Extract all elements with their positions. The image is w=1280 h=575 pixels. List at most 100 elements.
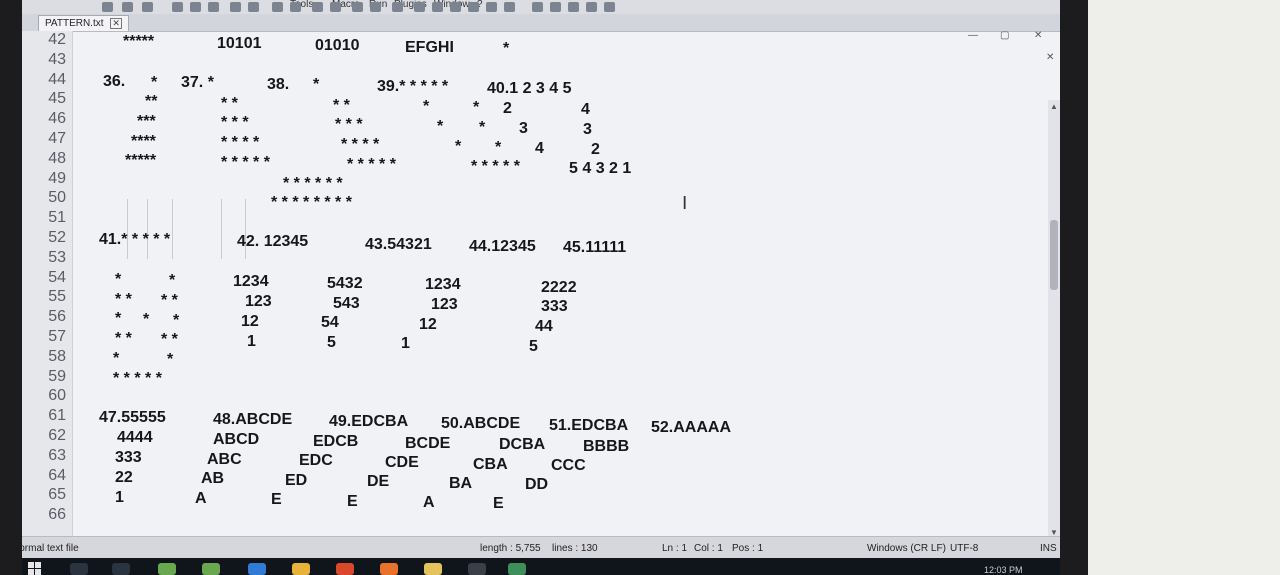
zoom-in-icon[interactable]: [312, 2, 323, 12]
code-text: 123: [431, 296, 458, 314]
encoding: UTF-8: [950, 543, 979, 554]
undo-icon[interactable]: [230, 2, 241, 12]
file-type: Normal text file: [22, 543, 79, 554]
record-macro-icon[interactable]: [532, 2, 543, 12]
notepad-plus-plus-icon[interactable]: [158, 563, 176, 575]
chrome-icon[interactable]: [292, 563, 310, 575]
code-text: CCC: [551, 456, 586, 474]
code-text: * *: [221, 94, 238, 112]
firefox-icon[interactable]: [380, 563, 398, 575]
play-macro-icon[interactable]: [568, 2, 579, 12]
code-text: 3: [519, 119, 528, 137]
code-text: * * * * *: [471, 158, 520, 176]
indent-guide-icon[interactable]: [414, 2, 425, 12]
code-text: 2: [503, 99, 512, 117]
ibeam-cursor-icon: I: [682, 193, 688, 214]
code-text: 50.ABCDE: [441, 415, 521, 433]
code-text: CDE: [385, 453, 419, 471]
code-text: 123: [245, 293, 272, 311]
line-number: 63: [48, 446, 66, 464]
notepad-window: Tools Macro Run Plugins Window ?: [22, 0, 1060, 575]
show-all-chars-icon[interactable]: [392, 2, 403, 12]
language-icon[interactable]: [432, 2, 443, 12]
code-text: 44: [535, 318, 553, 336]
scroll-up-icon[interactable]: ▲: [1050, 102, 1058, 111]
line-number: 57: [48, 328, 66, 345]
copy-icon[interactable]: [190, 2, 201, 12]
code-text: *: [115, 270, 122, 288]
code-text: BA: [449, 474, 473, 492]
line-number: 61: [48, 407, 66, 425]
scrollbar-thumb[interactable]: [1050, 220, 1058, 290]
code-text: *: [503, 40, 510, 58]
code-text: DD: [525, 476, 549, 494]
code-text: 40.1 2 3 4 5: [487, 79, 572, 97]
stop-macro-icon[interactable]: [550, 2, 561, 12]
code-text: 38.: [267, 75, 290, 93]
open-file-icon[interactable]: [122, 2, 133, 12]
tab-bar: PATTERN.txt ✕: [22, 14, 1060, 32]
line-number: 53: [48, 248, 66, 266]
find-icon[interactable]: [272, 2, 283, 12]
file-explorer-icon[interactable]: [424, 563, 442, 575]
line-number: 62: [48, 427, 66, 444]
line-count: lines : 130: [552, 543, 598, 554]
function-list-icon[interactable]: [468, 2, 479, 12]
code-text: 41.* * * * *: [99, 231, 171, 248]
replace-icon[interactable]: [290, 2, 301, 12]
code-text: 4444: [117, 429, 153, 447]
status-bar: Normal text file length : 5,755 lines : …: [22, 536, 1060, 559]
edge-icon[interactable]: [248, 563, 266, 575]
code-text: * * * * * * * *: [271, 194, 352, 212]
tab-label: PATTERN.txt: [45, 18, 104, 29]
tab-pattern-txt[interactable]: PATTERN.txt ✕: [38, 15, 129, 31]
brave-icon[interactable]: [336, 563, 354, 575]
line-number: 52: [48, 229, 66, 246]
new-file-icon[interactable]: [102, 2, 113, 12]
doc-map-icon[interactable]: [450, 2, 461, 12]
monitoring-icon[interactable]: [504, 2, 515, 12]
code-text: * *: [161, 291, 178, 309]
app-icon[interactable]: [508, 563, 526, 575]
code-text: E: [347, 492, 358, 510]
save-macro-icon[interactable]: [604, 2, 615, 12]
vertical-scrollbar[interactable]: [1048, 100, 1060, 536]
windows-start-icon[interactable]: [28, 562, 42, 575]
eol-format: Windows (CR LF): [867, 543, 946, 554]
code-text: BCDE: [405, 434, 451, 452]
line-number: 55: [48, 288, 66, 306]
indent-guide: [172, 199, 173, 259]
code-text: 1: [401, 335, 410, 353]
tab-close-icon[interactable]: ✕: [110, 18, 122, 29]
redo-icon[interactable]: [248, 2, 259, 12]
code-text: 54: [321, 314, 339, 332]
code-text: AB: [201, 470, 225, 488]
sync-scroll-icon[interactable]: [352, 2, 363, 12]
code-text: 1: [115, 488, 124, 506]
text-editor-area[interactable]: ***** 10101 01010 EFGHI * 36. * 37. * 38. * 39.* *…: [73, 31, 1048, 536]
paste-icon[interactable]: [208, 2, 219, 12]
notepad-plus-plus-icon-2[interactable]: [202, 563, 220, 575]
cut-icon[interactable]: [172, 2, 183, 12]
code-text: 5: [529, 337, 538, 355]
word-wrap-icon[interactable]: [370, 2, 381, 12]
code-text: 4: [535, 139, 544, 157]
code-text: 52.AAAAA: [651, 419, 732, 437]
run-macro-multiple-icon[interactable]: [586, 2, 597, 12]
monitor-bezel-right: [1060, 0, 1088, 575]
terminal-icon[interactable]: [468, 563, 486, 575]
zoom-out-icon[interactable]: [330, 2, 341, 12]
code-text: * * * *: [341, 136, 380, 154]
save-icon[interactable]: [142, 2, 153, 12]
code-text: BBBB: [583, 437, 630, 455]
folder-workspace-icon[interactable]: [486, 2, 497, 12]
task-view-icon[interactable]: [112, 563, 130, 575]
code-text: A: [423, 494, 435, 512]
code-text: DCBA: [499, 436, 546, 454]
code-text: ****: [131, 132, 156, 150]
code-text: *: [113, 350, 120, 368]
code-text: * * * * *: [221, 153, 270, 171]
search-icon[interactable]: [70, 563, 88, 575]
code-text: *: [495, 139, 502, 157]
line-number: 65: [48, 486, 66, 504]
